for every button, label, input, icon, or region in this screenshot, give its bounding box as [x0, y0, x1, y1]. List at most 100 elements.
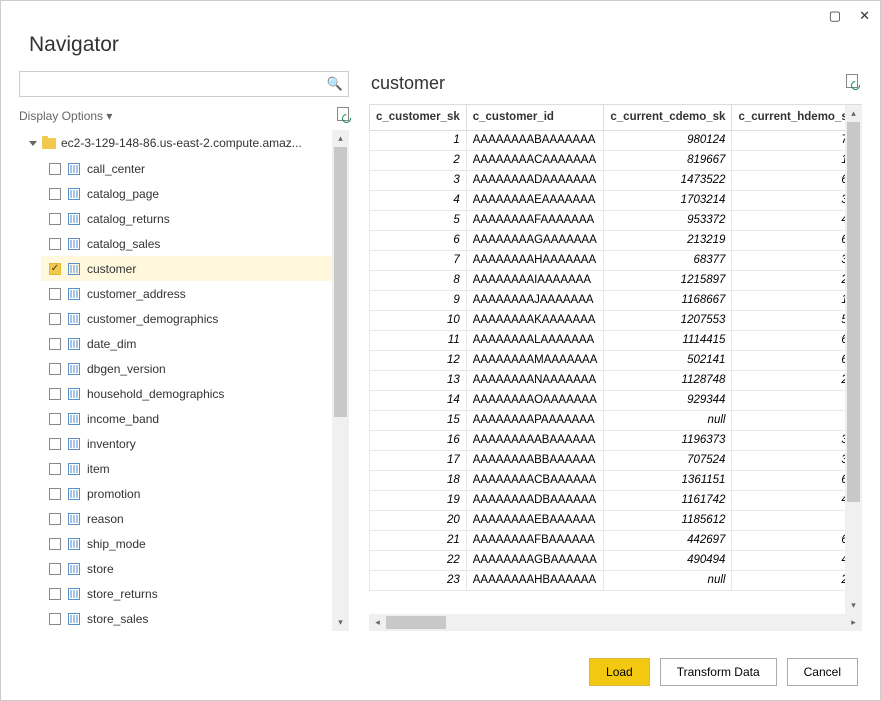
tree-scrollbar[interactable]: ▴ ▾: [332, 130, 349, 631]
table-row[interactable]: 17AAAAAAAABBAAAAAA70752438: [370, 450, 846, 470]
scroll-down-icon[interactable]: ▾: [845, 597, 862, 614]
table-item-customer[interactable]: ✓customer: [41, 256, 332, 281]
table-item-catalog_sales[interactable]: catalog_sales: [41, 231, 332, 256]
table-icon: [68, 613, 80, 625]
table-row[interactable]: 20AAAAAAAAEBAAAAAA1185612: [370, 510, 846, 530]
preview-refresh-icon[interactable]: [846, 74, 858, 93]
table-item-promotion[interactable]: promotion: [41, 481, 332, 506]
cancel-button[interactable]: Cancel: [787, 658, 858, 686]
table-row[interactable]: 4AAAAAAAAEAAAAAAA170321439: [370, 190, 846, 210]
table-label: store_returns: [87, 587, 158, 601]
column-header[interactable]: c_customer_id: [466, 105, 604, 130]
checkbox-icon[interactable]: [49, 388, 61, 400]
checkbox-icon[interactable]: [49, 513, 61, 525]
table-item-customer_address[interactable]: customer_address: [41, 281, 332, 306]
table-item-household_demographics[interactable]: household_demographics: [41, 381, 332, 406]
checkbox-icon[interactable]: [49, 613, 61, 625]
checkbox-icon[interactable]: [49, 538, 61, 550]
close-icon[interactable]: ✕: [859, 8, 870, 24]
table-label: date_dim: [87, 337, 136, 351]
scroll-up-icon[interactable]: ▴: [332, 130, 349, 147]
column-header[interactable]: c_customer_sk: [370, 105, 467, 130]
caret-down-icon: [29, 141, 37, 146]
table-row[interactable]: 7AAAAAAAAHAAAAAAA6837732: [370, 250, 846, 270]
table-item-store_returns[interactable]: store_returns: [41, 581, 332, 606]
page-title: Navigator: [1, 31, 880, 71]
table-item-call_center[interactable]: call_center: [41, 156, 332, 181]
scroll-down-icon[interactable]: ▾: [332, 614, 349, 631]
column-header[interactable]: c_current_hdemo_sk: [732, 105, 845, 130]
table-row[interactable]: 10AAAAAAAAKAAAAAAA120755351: [370, 310, 846, 330]
checkbox-icon[interactable]: [49, 188, 61, 200]
scroll-left-icon[interactable]: ◂: [369, 614, 386, 631]
table-item-catalog_page[interactable]: catalog_page: [41, 181, 332, 206]
checkbox-icon[interactable]: [49, 313, 61, 325]
table-icon: [68, 363, 80, 375]
display-options-dropdown[interactable]: Display Options ▾: [19, 109, 112, 123]
table-item-store[interactable]: store: [41, 556, 332, 581]
table-item-item[interactable]: item: [41, 456, 332, 481]
table-row[interactable]: 18AAAAAAAACBAAAAAA136115165: [370, 470, 846, 490]
checkbox-icon[interactable]: [49, 463, 61, 475]
refresh-icon[interactable]: [337, 107, 349, 124]
table-row[interactable]: 16AAAAAAAAABAAAAAA119637330: [370, 430, 846, 450]
checkbox-icon[interactable]: [49, 363, 61, 375]
table-item-store_sales[interactable]: store_sales: [41, 606, 332, 631]
table-row[interactable]: 5AAAAAAAAFAAAAAAA95337244: [370, 210, 846, 230]
checkbox-icon[interactable]: [49, 488, 61, 500]
table-row[interactable]: 14AAAAAAAAOAAAAAAA9293448: [370, 390, 846, 410]
checkbox-icon[interactable]: ✓: [49, 263, 61, 275]
table-icon: [68, 163, 80, 175]
table-item-reason[interactable]: reason: [41, 506, 332, 531]
table-item-ship_mode[interactable]: ship_mode: [41, 531, 332, 556]
transform-data-button[interactable]: Transform Data: [660, 658, 777, 686]
table-row[interactable]: 19AAAAAAAADBAAAAAA116174242: [370, 490, 846, 510]
search-input[interactable]: [20, 72, 322, 96]
table-icon: [68, 263, 80, 275]
table-row[interactable]: 13AAAAAAAANAAAAAAA112874827: [370, 370, 846, 390]
table-row[interactable]: 12AAAAAAAAMAAAAAAA50214165: [370, 350, 846, 370]
table-row[interactable]: 23AAAAAAAAHBAAAAAAnull21: [370, 570, 846, 590]
checkbox-icon[interactable]: [49, 438, 61, 450]
table-label: catalog_sales: [87, 237, 160, 251]
search-icon[interactable]: 🔍: [322, 72, 348, 96]
preview-table: c_customer_skc_customer_idc_current_cdem…: [369, 105, 845, 591]
table-icon: [68, 588, 80, 600]
table-item-inventory[interactable]: inventory: [41, 431, 332, 456]
grid-hscrollbar[interactable]: ◂ ▸: [369, 614, 862, 631]
table-row[interactable]: 21AAAAAAAAFBAAAAAA44269765: [370, 530, 846, 550]
checkbox-icon[interactable]: [49, 563, 61, 575]
checkbox-icon[interactable]: [49, 213, 61, 225]
table-label: catalog_page: [87, 187, 159, 201]
load-button[interactable]: Load: [589, 658, 650, 686]
root-label: ec2-3-129-148-86.us-east-2.compute.amaz.…: [61, 136, 302, 150]
column-header[interactable]: c_current_cdemo_sk: [604, 105, 732, 130]
table-item-customer_demographics[interactable]: customer_demographics: [41, 306, 332, 331]
checkbox-icon[interactable]: [49, 338, 61, 350]
grid-vscrollbar[interactable]: ▴ ▾: [845, 105, 862, 614]
maximize-icon[interactable]: ▢: [829, 8, 841, 24]
table-row[interactable]: 2AAAAAAAACAAAAAAA81966714: [370, 150, 846, 170]
table-row[interactable]: 9AAAAAAAAJAAAAAAA116866714: [370, 290, 846, 310]
table-row[interactable]: 3AAAAAAAADAAAAAAA147352262: [370, 170, 846, 190]
checkbox-icon[interactable]: [49, 413, 61, 425]
checkbox-icon[interactable]: [49, 163, 61, 175]
tree-root[interactable]: ec2-3-129-148-86.us-east-2.compute.amaz.…: [19, 130, 332, 156]
table-row[interactable]: 8AAAAAAAAIAAAAAAA121589724: [370, 270, 846, 290]
table-row[interactable]: 6AAAAAAAAGAAAAAAA21321963: [370, 230, 846, 250]
table-item-catalog_returns[interactable]: catalog_returns: [41, 206, 332, 231]
table-row[interactable]: 11AAAAAAAALAAAAAAA111441568: [370, 330, 846, 350]
table-row[interactable]: 15AAAAAAAAPAAAAAAAnull1: [370, 410, 846, 430]
table-icon: [68, 488, 80, 500]
table-item-dbgen_version[interactable]: dbgen_version: [41, 356, 332, 381]
scroll-up-icon[interactable]: ▴: [845, 105, 862, 122]
table-row[interactable]: 1AAAAAAAABAAAAAAA98012471: [370, 130, 846, 150]
table-label: customer_demographics: [87, 312, 218, 326]
table-row[interactable]: 22AAAAAAAAGBAAAAAA49049445: [370, 550, 846, 570]
scroll-right-icon[interactable]: ▸: [845, 614, 862, 631]
table-item-date_dim[interactable]: date_dim: [41, 331, 332, 356]
checkbox-icon[interactable]: [49, 588, 61, 600]
table-item-income_band[interactable]: income_band: [41, 406, 332, 431]
checkbox-icon[interactable]: [49, 238, 61, 250]
checkbox-icon[interactable]: [49, 288, 61, 300]
